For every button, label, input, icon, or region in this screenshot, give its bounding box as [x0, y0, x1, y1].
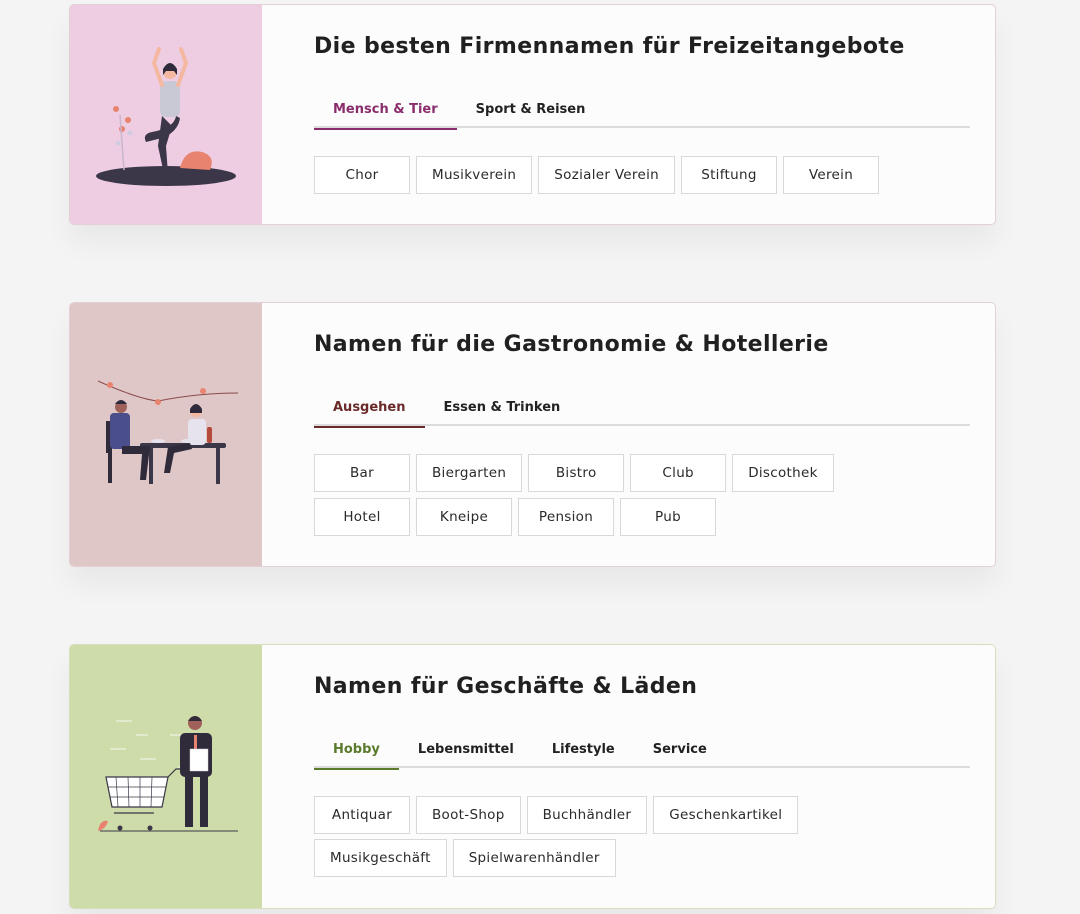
tag-verein[interactable]: Verein	[782, 156, 879, 194]
card-content: Namen für Geschäfte & Läden Hobby Lebens…	[262, 645, 995, 908]
tag-kneipe[interactable]: Kneipe	[416, 498, 512, 536]
tab-bar: Mensch & Tier Sport & Reisen	[314, 94, 970, 130]
tag-discothek[interactable]: Discothek	[732, 454, 834, 492]
tag-geschenkartikel[interactable]: Geschenkartikel	[653, 796, 799, 834]
tag-hotel[interactable]: Hotel	[314, 498, 410, 536]
tab-service[interactable]: Service	[634, 734, 726, 768]
tab-sport-reisen[interactable]: Sport & Reisen	[457, 94, 605, 128]
yoga-woman-illustration	[70, 5, 262, 224]
tag-musikverein[interactable]: Musikverein	[416, 156, 533, 194]
tag-musikgeschaeft[interactable]: Musikgeschäft	[314, 839, 447, 877]
tab-lifestyle[interactable]: Lifestyle	[533, 734, 634, 768]
tab-essen-trinken[interactable]: Essen & Trinken	[425, 392, 580, 426]
tab-bar: Ausgehen Essen & Trinken	[314, 392, 970, 428]
tag-chor[interactable]: Chor	[314, 156, 410, 194]
tag-bar[interactable]: Bar	[314, 454, 410, 492]
tag-sozialer-verein[interactable]: Sozialer Verein	[538, 156, 675, 194]
section-title: Namen für die Gastronomie & Hotellerie	[314, 332, 829, 357]
tab-lebensmittel[interactable]: Lebensmittel	[399, 734, 533, 768]
tab-ausgehen[interactable]: Ausgehen	[314, 392, 425, 428]
tag-stiftung[interactable]: Stiftung	[680, 156, 777, 194]
card-content: Namen für die Gastronomie & Hotellerie A…	[262, 303, 995, 566]
shopping-man-illustration	[70, 645, 262, 908]
tag-club[interactable]: Club	[630, 454, 727, 492]
card-gastronomie: Namen für die Gastronomie & Hotellerie A…	[69, 302, 996, 567]
tag-bistro[interactable]: Bistro	[528, 454, 625, 492]
section-title: Die besten Firmennamen für Freizeitangeb…	[314, 34, 905, 59]
tag-pension[interactable]: Pension	[518, 498, 614, 536]
tag-boot-shop[interactable]: Boot-Shop	[416, 796, 521, 834]
tag-pub[interactable]: Pub	[620, 498, 716, 536]
tab-bar: Hobby Lebensmittel Lifestyle Service	[314, 734, 970, 770]
tab-hobby[interactable]: Hobby	[314, 734, 399, 770]
tag-antiquar[interactable]: Antiquar	[314, 796, 410, 834]
tag-biergarten[interactable]: Biergarten	[416, 454, 523, 492]
card-content: Die besten Firmennamen für Freizeitangeb…	[262, 5, 995, 224]
tag-list: Chor Musikverein Sozialer Verein Stiftun…	[314, 156, 934, 200]
card-geschaefte: Namen für Geschäfte & Läden Hobby Lebens…	[69, 644, 996, 909]
tab-mensch-tier[interactable]: Mensch & Tier	[314, 94, 457, 130]
tag-buchhaendler[interactable]: Buchhändler	[526, 796, 648, 834]
section-title: Namen für Geschäfte & Läden	[314, 674, 698, 699]
tag-list: Bar Biergarten Bistro Club Discothek Hot…	[314, 454, 934, 542]
tag-spielwarenhaendler[interactable]: Spielwarenhändler	[452, 839, 616, 877]
dinner-couple-illustration	[70, 303, 262, 566]
tag-list: Antiquar Boot-Shop Buchhändler Geschenka…	[314, 796, 934, 882]
card-freizeitangebote: Die besten Firmennamen für Freizeitangeb…	[69, 4, 996, 225]
